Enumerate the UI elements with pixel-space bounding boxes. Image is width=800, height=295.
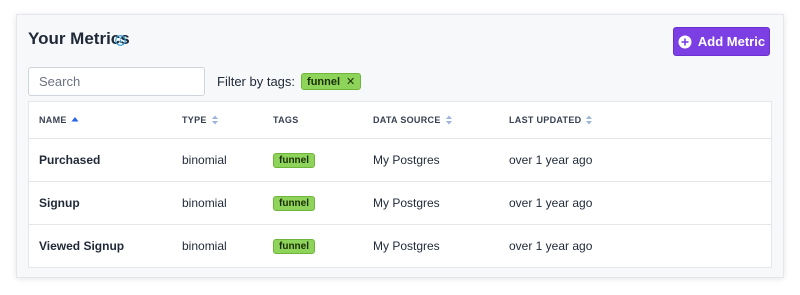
metric-tag[interactable]: funnel bbox=[273, 153, 315, 168]
close-icon[interactable]: ✕ bbox=[346, 75, 355, 88]
metric-tag[interactable]: funnel bbox=[273, 239, 315, 254]
table-row[interactable]: Viewed Signup binomial funnel My Postgre… bbox=[29, 225, 771, 267]
metric-last-updated: over 1 year ago bbox=[509, 196, 593, 210]
filter-label: Filter by tags: bbox=[217, 74, 296, 89]
search-input[interactable] bbox=[28, 67, 205, 96]
metric-data-source: My Postgres bbox=[373, 153, 440, 167]
active-tag-label: funnel bbox=[307, 75, 341, 88]
tag-filter: Filter by tags: funnel ✕ bbox=[217, 73, 362, 90]
metric-name[interactable]: Viewed Signup bbox=[29, 239, 182, 253]
metric-type: binomial bbox=[182, 239, 227, 253]
column-header-data-source[interactable]: DATA SOURCE bbox=[373, 115, 509, 125]
metrics-table: NAME TYPE TAGS DATA SOURCE LAST UPDATED … bbox=[28, 101, 772, 268]
plus-circle-icon bbox=[678, 35, 692, 48]
column-header-name[interactable]: NAME bbox=[29, 115, 182, 125]
metric-last-updated: over 1 year ago bbox=[509, 239, 593, 253]
info-icon[interactable] bbox=[115, 35, 126, 46]
table-header: NAME TYPE TAGS DATA SOURCE LAST UPDATED bbox=[29, 102, 771, 139]
active-tag-chip[interactable]: funnel ✕ bbox=[301, 73, 362, 90]
metric-name[interactable]: Signup bbox=[29, 196, 182, 210]
column-header-last-updated[interactable]: LAST UPDATED bbox=[509, 115, 709, 125]
add-metric-button[interactable]: Add Metric bbox=[673, 27, 770, 56]
metrics-card: Your Metrics Add Metric Filter by tags: … bbox=[16, 14, 784, 278]
table-row[interactable]: Signup binomial funnel My Postgres over … bbox=[29, 182, 771, 225]
sort-icon bbox=[586, 115, 593, 125]
metric-name[interactable]: Purchased bbox=[29, 153, 182, 167]
column-header-tags: TAGS bbox=[273, 115, 299, 125]
metric-tag[interactable]: funnel bbox=[273, 196, 315, 211]
metric-data-source: My Postgres bbox=[373, 239, 440, 253]
sort-ascending-icon bbox=[71, 117, 79, 122]
sort-icon bbox=[445, 115, 452, 125]
metric-type: binomial bbox=[182, 153, 227, 167]
add-metric-label: Add Metric bbox=[697, 34, 766, 49]
column-header-type[interactable]: TYPE bbox=[182, 115, 273, 125]
metric-last-updated: over 1 year ago bbox=[509, 153, 593, 167]
sort-icon bbox=[211, 115, 218, 125]
metric-type: binomial bbox=[182, 196, 227, 210]
metric-data-source: My Postgres bbox=[373, 196, 440, 210]
table-row[interactable]: Purchased binomial funnel My Postgres ov… bbox=[29, 139, 771, 182]
